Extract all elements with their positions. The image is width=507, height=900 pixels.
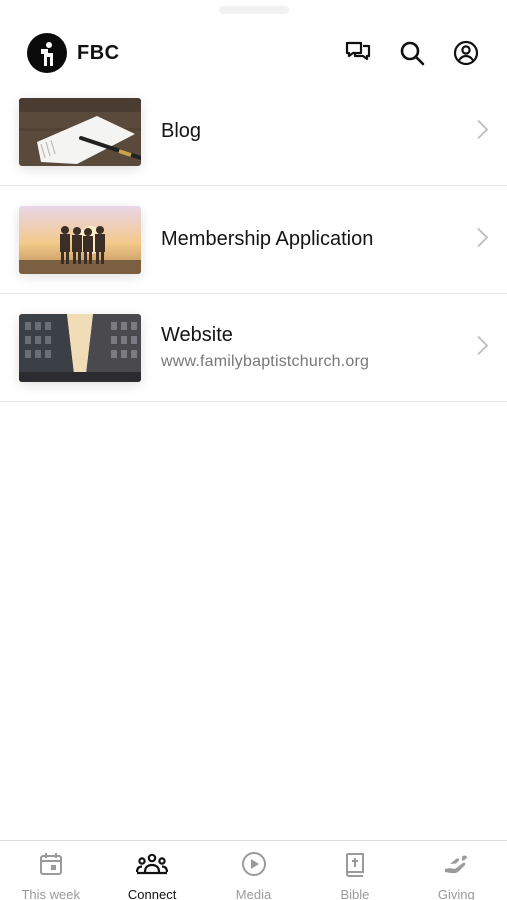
list-item-blog[interactable]: Blog [0,78,507,186]
calendar-icon [38,851,64,882]
tab-label: Giving [437,887,475,900]
blog-thumbnail [19,97,141,166]
brand-name: FBC [77,41,120,64]
list-item-title: Membership Application [161,228,374,250]
chevron-right-icon [475,226,489,253]
tab-label: Connect [127,887,177,900]
tab-bible[interactable]: Bible [304,841,405,900]
search-icon[interactable] [395,36,429,70]
membership-thumbnail [19,205,141,274]
bottom-tab-bar: This week Connect Media Bible Giving [0,840,507,900]
list-item-website[interactable]: Website www.familybaptistchurch.org [0,294,507,402]
church-logo-icon[interactable] [27,33,67,73]
tab-label: Media [235,887,272,900]
list-item-membership[interactable]: Membership Application [0,186,507,294]
status-indicator [218,6,289,14]
connect-list: Blog Membership Application Website www.… [0,78,507,402]
tab-this-week[interactable]: This week [0,841,101,900]
tab-label: This week [21,887,80,900]
list-item-title: Blog [161,120,202,142]
giving-icon [442,851,470,882]
tab-connect[interactable]: Connect [101,841,202,900]
website-thumbnail [19,313,141,382]
chevron-right-icon [475,118,489,145]
tab-media[interactable]: Media [203,841,304,900]
chevron-right-icon [475,334,489,361]
app-header: FBC [0,22,507,84]
tab-label: Bible [340,887,370,900]
messages-icon[interactable] [341,36,375,70]
play-icon [241,851,267,882]
profile-icon[interactable] [449,36,483,70]
list-item-subtitle: www.familybaptistchurch.org [161,353,370,370]
list-item-title: Website [161,324,233,346]
people-icon [136,851,169,882]
tab-giving[interactable]: Giving [406,841,507,900]
bible-icon [342,851,368,882]
